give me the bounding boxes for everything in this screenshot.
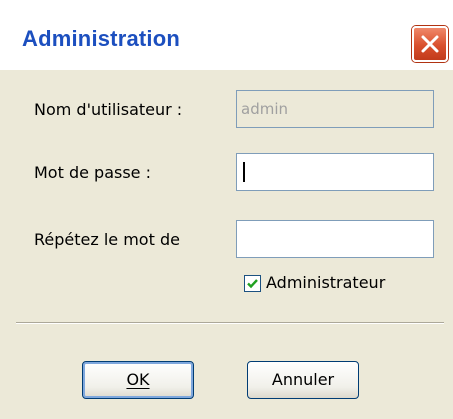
admin-checkbox[interactable] [244, 275, 261, 292]
password-field[interactable] [236, 153, 434, 191]
close-icon [421, 35, 439, 53]
close-button[interactable] [412, 26, 448, 62]
username-label: Nom d'utilisateur : [34, 100, 183, 119]
text-caret [243, 162, 245, 182]
password-label: Mot de passe : [34, 163, 151, 182]
ok-button[interactable]: OK [82, 361, 194, 399]
cancel-button-label: Annuler [271, 370, 335, 389]
repeat-password-label: Répétez le mot de [34, 230, 180, 249]
admin-checkbox-label[interactable]: Administrateur [266, 273, 385, 292]
checkmark-icon [247, 279, 258, 289]
window-title: Administration [22, 26, 181, 51]
separator [16, 322, 444, 324]
cancel-button[interactable]: Annuler [247, 361, 359, 399]
ok-button-label: OK [126, 370, 150, 389]
username-field: admin [236, 90, 434, 128]
administration-dialog: Administration Nom d'utilisateur : admin… [0, 0, 453, 419]
username-value: admin [241, 100, 288, 118]
repeat-password-field[interactable] [236, 220, 434, 258]
dialog-body: Nom d'utilisateur : admin Mot de passe :… [0, 70, 453, 419]
